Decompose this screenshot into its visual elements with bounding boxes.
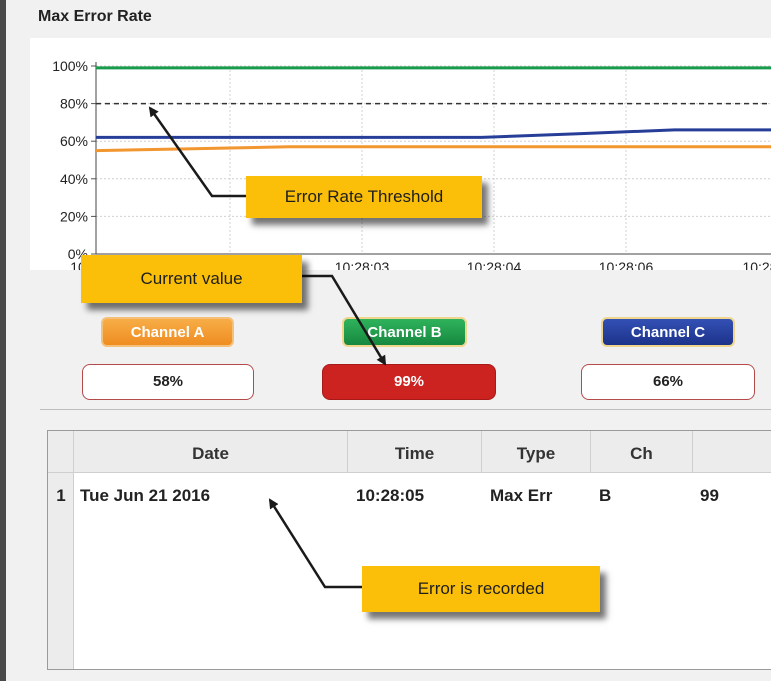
cell-date: Tue Jun 21 2016	[80, 486, 211, 505]
divider	[40, 409, 771, 410]
y-tick-label: 40%	[60, 171, 88, 187]
channel-b-value: 99%	[322, 364, 496, 400]
y-tick-label: 20%	[60, 208, 88, 224]
channel-c-value: 66%	[581, 364, 755, 400]
callout-error-recorded: Error is recorded	[362, 566, 600, 612]
channel-a-label: Channel A	[101, 317, 234, 347]
column-header-value[interactable]	[693, 431, 771, 473]
x-tick-label: 10:28:04	[467, 259, 522, 270]
column-header-date[interactable]: Date	[74, 431, 348, 473]
corner-cell	[48, 431, 74, 473]
row-number: 1	[56, 486, 66, 505]
series-line-channel-a	[95, 145, 771, 153]
callout-current-value: Current value	[81, 255, 302, 303]
channel-c-label: Channel C	[601, 317, 735, 347]
x-tick-label: 10:28	[742, 259, 771, 270]
cell-type: Max Err	[490, 486, 553, 505]
cell-ch: B	[599, 486, 612, 505]
y-tick-label: 80%	[60, 96, 88, 112]
callout-threshold: Error Rate Threshold	[246, 176, 482, 218]
y-tick-label: 60%	[60, 133, 88, 149]
y-tick-label: 100%	[52, 58, 88, 74]
cell-time: 10:28:05	[356, 486, 425, 505]
cell-value: 99	[700, 486, 719, 505]
x-tick-label: 10:28:06	[599, 259, 654, 270]
channel-b-label: Channel B	[342, 317, 467, 347]
column-header-type[interactable]: Type	[482, 431, 591, 473]
column-header-time[interactable]: Time	[348, 431, 482, 473]
error-rate-chart: 100% 80% 60% 40% 20% 0% 10 10:28:03 10:28:04 10:2…	[30, 38, 771, 270]
chart-canvas: 100%80%60%40%20%0%10 10:28:03 10:28:04 10:2…	[52, 58, 771, 270]
series-line-channel-c	[96, 128, 771, 139]
error-log-table[interactable]: Date Time Type Ch 1 Tue Jun 21 2016 10:2…	[47, 430, 771, 670]
panel-title: Max Error Rate	[38, 8, 152, 25]
channel-a-value: 58%	[82, 364, 254, 400]
column-header-ch[interactable]: Ch	[591, 431, 693, 473]
x-tick-label: 10:28:03	[335, 259, 390, 270]
